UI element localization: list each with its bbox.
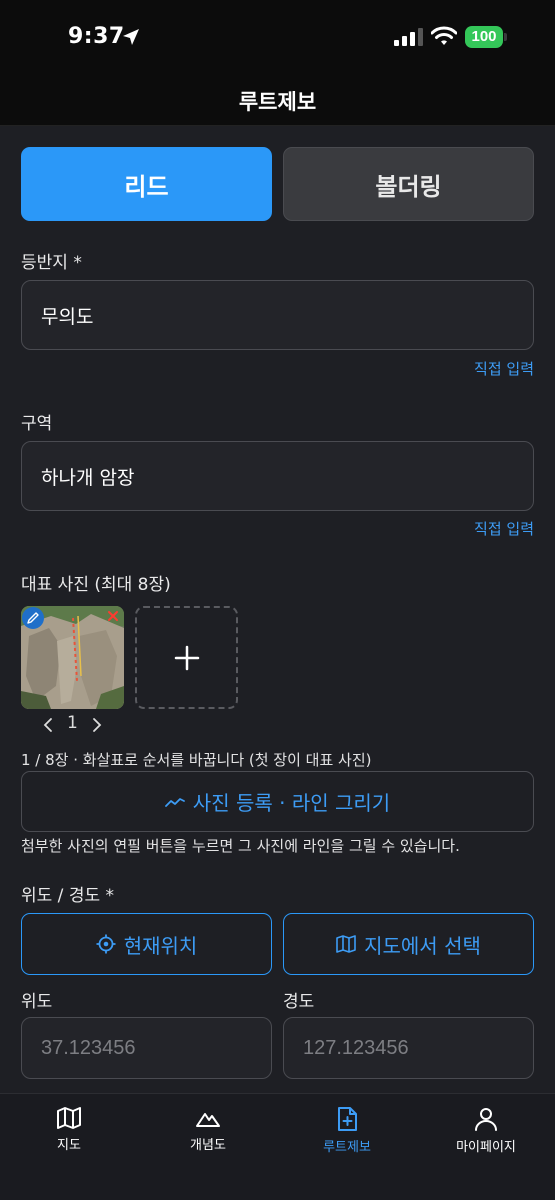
crag-label: 등반지 *	[21, 253, 82, 273]
select-on-map-label: 지도에서 선택	[364, 933, 481, 958]
current-location-label: 현재위치	[123, 933, 198, 958]
tab-bar: 지도 개념도 루트제보 마이페이지	[0, 1093, 555, 1200]
longitude-input[interactable]: 127.123456	[283, 1017, 534, 1079]
status-bar: 9:37 100	[0, 0, 555, 74]
pencil-icon	[27, 612, 39, 624]
tab-my-page[interactable]: 마이페이지	[417, 1106, 555, 1155]
close-icon	[108, 611, 118, 621]
page-title: 루트제보	[238, 90, 317, 114]
map-icon	[57, 1107, 81, 1129]
latitude-label: 위도	[21, 992, 53, 1012]
tab-topo-label: 개념도	[190, 1138, 226, 1153]
plus-icon	[174, 645, 199, 670]
location-label: 위도 / 경도 *	[21, 886, 114, 906]
chevron-right-icon[interactable]	[91, 717, 103, 733]
status-time: 9:37	[68, 24, 125, 49]
nav-bar: 루트제보	[0, 74, 555, 126]
latitude-input[interactable]: 37.123456	[21, 1017, 272, 1079]
edit-line-button[interactable]	[22, 607, 44, 629]
select-on-map-button[interactable]: 지도에서 선택	[283, 913, 534, 975]
battery-level: 100	[465, 26, 503, 48]
mountain-icon	[196, 1113, 220, 1127]
line-chart-icon	[164, 797, 185, 807]
crag-direct-input-link[interactable]: 직접 입력	[474, 358, 534, 379]
tab-topo[interactable]: 개념도	[139, 1106, 277, 1153]
chevron-left-icon[interactable]	[42, 717, 54, 733]
add-photo-button[interactable]	[135, 606, 238, 709]
tab-route-report[interactable]: 루트제보	[278, 1106, 416, 1155]
register-photo-label: 사진 등록 · 라인 그리기	[192, 791, 391, 815]
register-photo-button[interactable]: 사진 등록 · 라인 그리기	[21, 771, 534, 832]
photos-info-text: 1 / 8장 · 화살표로 순서를 바꿉니다 (첫 장이 대표 사진)	[21, 751, 372, 769]
photos-hint-text: 첨부한 사진의 연필 버튼을 누르면 그 사진에 라인을 그릴 수 있습니다.	[21, 837, 460, 855]
photo-page-number: 1	[67, 713, 78, 733]
crosshair-icon	[96, 934, 116, 954]
wifi-icon	[431, 26, 457, 45]
tab-route-report-label: 루트제보	[323, 1140, 371, 1155]
battery-icon: 100	[465, 26, 507, 48]
tab-my-page-label: 마이페이지	[456, 1140, 516, 1155]
cellular-signal-icon	[394, 28, 423, 46]
sector-field[interactable]: 하나개 암장	[21, 441, 534, 511]
sector-label: 구역	[21, 414, 53, 434]
remove-photo-button[interactable]	[106, 608, 120, 627]
map-icon	[336, 935, 356, 953]
photos-label: 대표 사진 (최대 8장)	[21, 575, 171, 595]
tab-map[interactable]: 지도	[0, 1106, 138, 1153]
user-icon	[475, 1108, 497, 1131]
longitude-label: 경도	[283, 992, 315, 1012]
location-arrow-icon	[123, 29, 139, 45]
route-report-form[interactable]: 리드 볼더링 등반지 * 무의도 직접 입력 구역 하나개 암장 직접 입력 대…	[0, 126, 555, 1093]
current-location-button[interactable]: 현재위치	[21, 913, 272, 975]
segment-bouldering[interactable]: 볼더링	[283, 147, 534, 221]
segment-lead[interactable]: 리드	[21, 147, 272, 221]
crag-field[interactable]: 무의도	[21, 280, 534, 350]
file-plus-icon	[338, 1107, 357, 1131]
sector-direct-input-link[interactable]: 직접 입력	[474, 518, 534, 539]
tab-map-label: 지도	[57, 1138, 81, 1153]
